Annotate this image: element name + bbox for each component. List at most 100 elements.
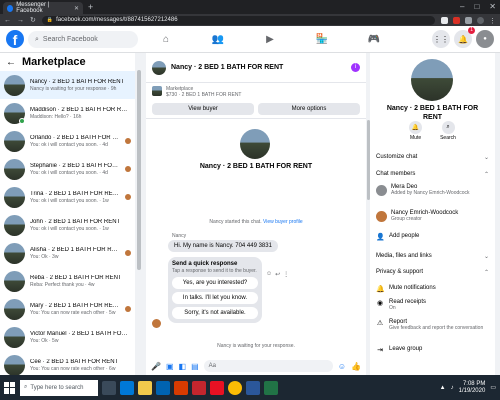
extension-icon[interactable] bbox=[453, 16, 460, 24]
react-icon[interactable]: ☺ bbox=[266, 271, 272, 278]
windows-start-icon[interactable] bbox=[4, 381, 16, 394]
quick-response-option[interactable]: Sorry, it's not available. bbox=[172, 307, 258, 319]
conversation-info: Trina · 2 BED 1 BATH FOR RENT You: ok i w… bbox=[30, 191, 120, 204]
image-icon[interactable]: ▣ bbox=[166, 362, 174, 371]
more-options-button[interactable]: More options bbox=[258, 102, 360, 115]
reply-icon[interactable]: ↩ bbox=[275, 271, 280, 278]
member-item[interactable]: Nancy Emrich-Woodcock Group creator bbox=[376, 210, 491, 222]
seen-avatar bbox=[125, 250, 131, 256]
list-item[interactable]: Alisha · 2 BED 1 BATH FOR RENT You: Ok · … bbox=[0, 239, 135, 267]
group-avatar bbox=[240, 129, 270, 159]
chat-title[interactable]: Nancy · 2 BED 1 BATH FOR RENT bbox=[171, 64, 346, 71]
video-icon[interactable]: ▶ bbox=[244, 26, 296, 52]
home-icon[interactable]: ⌂ bbox=[140, 26, 192, 52]
list-item[interactable]: Trina · 2 BED 1 BATH FOR RENT You: ok i w… bbox=[0, 183, 135, 211]
list-item[interactable]: Maddison · 2 BED 1 BATH FOR RENT Maddison… bbox=[0, 99, 135, 127]
privacy-support-section[interactable]: Privacy & support ⌃ bbox=[376, 269, 489, 276]
office-icon[interactable] bbox=[174, 380, 188, 395]
store-icon[interactable] bbox=[156, 380, 170, 395]
marketplace-icon[interactable]: 🏪 bbox=[296, 26, 348, 52]
url-field[interactable]: 🔒 facebook.com/messages/t/8874156272124​… bbox=[41, 15, 435, 25]
view-buyer-profile-link[interactable]: View buyer profile bbox=[263, 219, 303, 225]
emoji-icon[interactable]: ☺ bbox=[338, 362, 346, 371]
app-icon[interactable] bbox=[210, 380, 224, 395]
friends-icon[interactable]: 👥 bbox=[192, 26, 244, 52]
network-icon[interactable]: ▲ bbox=[440, 385, 446, 391]
message-bubble[interactable]: Hi. My name is Nancy. 704 449 3831 bbox=[168, 240, 278, 252]
message-input[interactable]: Aa bbox=[203, 360, 333, 372]
browser-tab[interactable]: Messenger | Facebook ✕ bbox=[3, 2, 83, 14]
mute-button[interactable]: 🔔 Mute bbox=[409, 121, 423, 141]
mute-notifications-label: Mute notifications bbox=[389, 285, 436, 291]
explorer-icon[interactable] bbox=[138, 380, 152, 395]
facebook-logo[interactable]: f bbox=[6, 30, 24, 48]
add-people-button[interactable]: 👤 Add people bbox=[376, 233, 491, 241]
list-item[interactable]: Mary · 2 BED 1 BATH FOR RENT You: You can… bbox=[0, 295, 135, 323]
notifications-icon[interactable]: ▭ bbox=[490, 384, 496, 391]
clock[interactable]: 7:08 PM 1/19/2020 bbox=[459, 381, 486, 395]
menu-icon[interactable]: ⋮ bbox=[489, 17, 496, 25]
search-icon: ⌕ bbox=[24, 384, 28, 390]
gif-icon[interactable]: ▤ bbox=[191, 362, 199, 371]
thumbs-up-icon[interactable]: 👍 bbox=[351, 362, 361, 371]
more-icon[interactable]: ⋮ bbox=[283, 271, 289, 278]
maximize-icon[interactable]: □ bbox=[474, 1, 479, 12]
report-button[interactable]: ⚠ Report Give feedback and report the co… bbox=[376, 319, 491, 331]
sticker-icon[interactable]: ◧ bbox=[179, 362, 187, 371]
list-item[interactable]: Orlando · 2 BED 1 BATH FOR RENT You: ok i… bbox=[0, 127, 135, 155]
volume-icon[interactable]: ♪ bbox=[451, 385, 454, 391]
mute-notifications-button[interactable]: 🔔 Mute notifications bbox=[376, 285, 491, 293]
member-subtitle: Added by Nancy Emrich-Woodcock bbox=[391, 190, 470, 196]
list-item[interactable]: Stephanie · 2 BED 1 BATH FOR RENTYou: ok… bbox=[0, 155, 135, 183]
header-actions: ⋮⋮ 🔔 1 ● bbox=[432, 27, 494, 48]
conversation-name: John · 2 BED 1 BATH FOR RENT bbox=[30, 218, 121, 225]
list-item[interactable]: Victor Manuel · 2 BED 1 BATH FOR RENTYou… bbox=[0, 323, 135, 351]
close-tab-icon[interactable]: ✕ bbox=[74, 5, 79, 12]
task-view-icon[interactable] bbox=[102, 380, 116, 395]
list-item[interactable]: John · 2 BED 1 BATH FOR RENT You: ok i wi… bbox=[0, 211, 135, 239]
list-item[interactable]: Nancy · 2 BED 1 BATH FOR RENT Nancy is wa… bbox=[0, 71, 135, 99]
conversation-list: ← Marketplace Nancy · 2 BED 1 BATH FOR R… bbox=[0, 53, 135, 375]
edge-icon[interactable] bbox=[120, 380, 134, 395]
gaming-icon[interactable]: 🎮 bbox=[348, 26, 400, 52]
reload-icon[interactable]: ↻ bbox=[30, 16, 36, 24]
search-button[interactable]: ⌕ Search bbox=[440, 121, 456, 141]
extension-icon[interactable] bbox=[465, 16, 472, 24]
listing-thumbnail[interactable] bbox=[152, 86, 162, 96]
chat-members-section[interactable]: Chat members ⌃ bbox=[376, 171, 489, 178]
media-files-section[interactable]: Media, files and links ⌄ bbox=[376, 253, 489, 260]
seen-avatar bbox=[125, 166, 131, 172]
conversation-info: Mary · 2 BED 1 BATH FOR RENT You: You can… bbox=[30, 303, 120, 316]
minimize-icon[interactable]: – bbox=[460, 1, 464, 12]
list-item[interactable]: Cee · 2 BED 1 BATH FOR RENT You: You can … bbox=[0, 351, 135, 375]
back-arrow-icon[interactable]: ← bbox=[6, 57, 16, 68]
taskbar-search[interactable]: ⌕ Type here to search bbox=[20, 379, 98, 396]
back-icon[interactable]: ← bbox=[4, 17, 11, 24]
quick-response-option[interactable]: In talks. I'll let you know. bbox=[172, 292, 258, 304]
customize-chat-section[interactable]: Customize chat ⌄ bbox=[376, 154, 489, 161]
star-icon[interactable] bbox=[441, 16, 448, 24]
view-buyer-button[interactable]: View buyer bbox=[152, 102, 254, 115]
avatar[interactable]: ● bbox=[476, 30, 494, 48]
member-item[interactable]: Mera Deo Added by Nancy Emrich-Woodcock bbox=[376, 184, 491, 196]
list-item[interactable]: Reba · 2 BED 1 BATH FOR RENT Reba: Perfec… bbox=[0, 267, 135, 295]
scrollbar[interactable] bbox=[137, 70, 141, 270]
word-icon[interactable] bbox=[246, 380, 260, 395]
chrome-icon[interactable] bbox=[228, 380, 242, 395]
quick-response-option[interactable]: Yes, are you interested? bbox=[172, 277, 258, 289]
profile-icon[interactable] bbox=[477, 16, 484, 24]
chat-avatar[interactable] bbox=[152, 60, 166, 75]
forward-icon[interactable]: → bbox=[17, 17, 24, 24]
mic-icon[interactable]: 🎤 bbox=[151, 362, 161, 371]
wps-icon[interactable] bbox=[192, 380, 206, 395]
info-icon[interactable]: i bbox=[351, 63, 360, 72]
excel-icon[interactable] bbox=[264, 380, 278, 395]
new-tab-icon[interactable]: + bbox=[88, 2, 93, 12]
close-window-icon[interactable]: ✕ bbox=[489, 1, 496, 12]
read-receipts-button[interactable]: ◉ Read receipts On bbox=[376, 299, 491, 311]
notifications-icon[interactable]: 🔔 1 bbox=[454, 27, 475, 48]
menu-grid-icon[interactable]: ⋮⋮ bbox=[432, 30, 450, 48]
search-input[interactable]: ⌕ Search Facebook bbox=[28, 31, 138, 48]
leave-group-button[interactable]: ⇥ Leave group bbox=[376, 346, 491, 354]
conversation-info: John · 2 BED 1 BATH FOR RENT You: ok i wi… bbox=[30, 219, 131, 232]
